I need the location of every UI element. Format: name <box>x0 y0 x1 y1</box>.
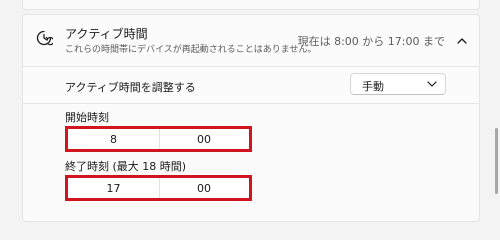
active-hours-description: これらの時間帯にデバイスが再起動されることはありません。 <box>65 45 317 55</box>
active-hours-status: 現在は 8:00 から 17:00 まで <box>297 35 445 48</box>
adjust-active-hours-label: アクティブ時間を調整する <box>65 81 196 94</box>
previous-setting-card <box>22 0 480 10</box>
end-time-picker[interactable]: 17 00 <box>67 177 250 199</box>
chevron-down-icon <box>427 81 437 87</box>
end-time-label: 終了時刻 (最大 18 時間) <box>65 160 187 173</box>
chevron-up-icon <box>457 37 467 44</box>
start-minute[interactable]: 00 <box>159 129 249 149</box>
end-minute[interactable]: 00 <box>159 178 249 198</box>
start-time-label: 開始時刻 <box>65 111 109 124</box>
active-hours-panel: アクティブ時間 これらの時間帯にデバイスが再起動されることはありません。 現在は… <box>22 14 480 222</box>
clock-refresh-icon <box>36 30 53 46</box>
active-hours-header[interactable]: アクティブ時間 これらの時間帯にデバイスが再起動されることはありません。 現在は… <box>23 15 479 66</box>
end-hour[interactable]: 17 <box>68 178 159 198</box>
active-hours-title: アクティブ時間 <box>65 27 148 41</box>
collapse-button[interactable] <box>453 31 471 49</box>
start-hour[interactable]: 8 <box>68 129 159 149</box>
adjust-mode-dropdown[interactable]: 手動 <box>350 73 446 95</box>
adjust-active-hours-row: アクティブ時間を調整する 手動 <box>23 67 479 103</box>
start-time-picker[interactable]: 8 00 <box>67 128 250 150</box>
divider <box>23 103 479 104</box>
scrollbar[interactable] <box>495 128 498 194</box>
dropdown-selected-value: 手動 <box>362 80 384 93</box>
